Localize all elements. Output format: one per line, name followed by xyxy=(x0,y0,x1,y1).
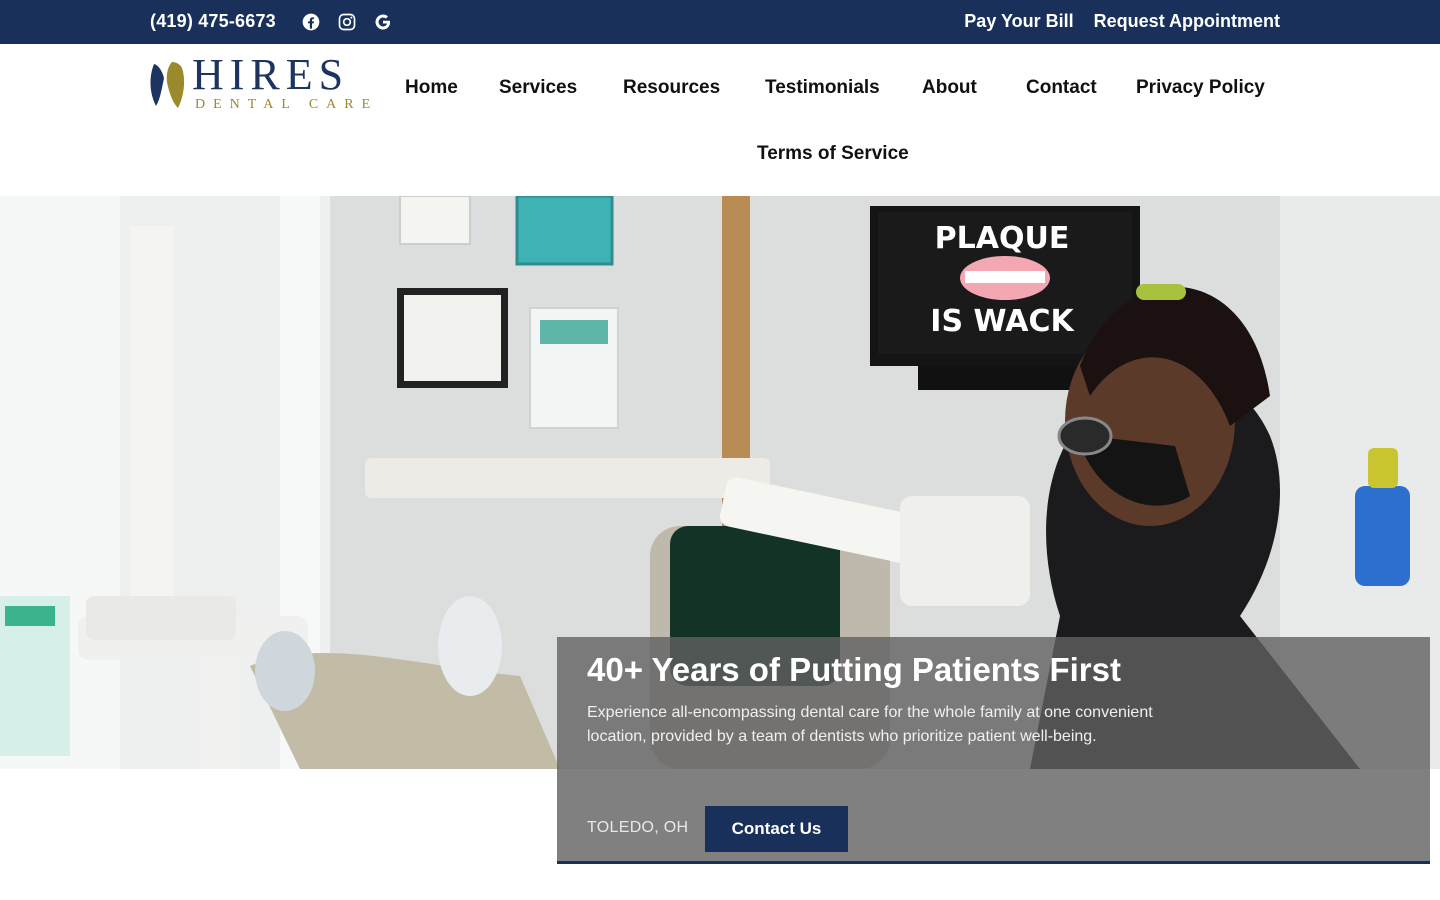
google-icon[interactable] xyxy=(372,11,394,33)
tv-text-is-wack: IS WACK xyxy=(930,304,1075,339)
nav-testimonials[interactable]: Testimonials xyxy=(765,77,880,99)
pay-bill-link[interactable]: Pay Your Bill xyxy=(964,11,1073,32)
facebook-icon[interactable] xyxy=(300,11,322,33)
nav-about[interactable]: About xyxy=(922,77,977,99)
site-header: HIRES DENTAL CARE Home Services Resource… xyxy=(0,44,1440,196)
nav-privacy-policy[interactable]: Privacy Policy xyxy=(1136,77,1265,99)
hero-heading: 40+ Years of Putting Patients First xyxy=(587,651,1121,688)
request-appointment-link[interactable]: Request Appointment xyxy=(1094,11,1280,32)
top-utility-bar: (419) 475-6673 Pay Your Bill Request App… xyxy=(0,0,1440,44)
nav-resources[interactable]: Resources xyxy=(623,77,720,99)
nav-terms-of-service[interactable]: Terms of Service xyxy=(757,143,909,165)
hero-overlay-card: 40+ Years of Putting Patients First Expe… xyxy=(557,637,1430,864)
nav-services[interactable]: Services xyxy=(499,77,577,99)
contact-us-button[interactable]: Contact Us xyxy=(705,806,848,852)
logo-tagline: DENTAL CARE xyxy=(195,97,379,112)
nav-home[interactable]: Home xyxy=(405,77,458,99)
location-label: TOLEDO, OH xyxy=(587,819,689,836)
site-logo[interactable]: HIRES DENTAL CARE xyxy=(148,50,370,112)
hero-card-lower xyxy=(557,769,1430,861)
tooth-logo-icon xyxy=(150,62,185,108)
hero-description: Experience all-encompassing dental care … xyxy=(587,704,1153,745)
instagram-icon[interactable] xyxy=(336,11,358,33)
logo-wordmark: HIRES xyxy=(192,50,350,99)
phone-link[interactable]: (419) 475-6673 xyxy=(150,11,276,32)
nav-contact[interactable]: Contact xyxy=(1026,77,1097,99)
tv-text-plaque: PLAQUE xyxy=(935,221,1070,256)
utility-links: Pay Your Bill Request Appointment xyxy=(964,11,1280,32)
